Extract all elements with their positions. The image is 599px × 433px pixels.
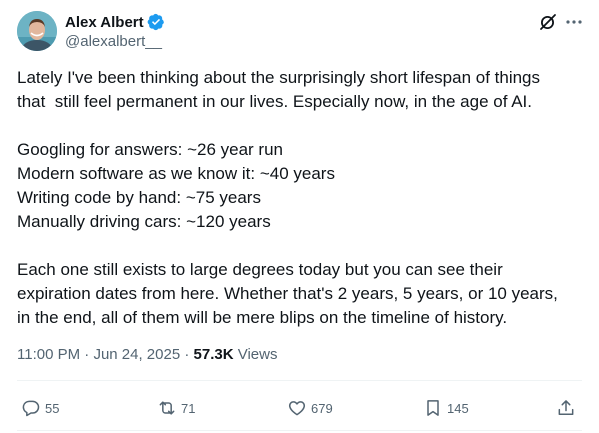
- like-count: 679: [311, 400, 333, 416]
- bookmark-icon: [427, 400, 439, 416]
- tweet-date[interactable]: Jun 24, 2025: [93, 346, 180, 363]
- avatar[interactable]: [17, 11, 57, 51]
- reply-count: 55: [45, 400, 60, 416]
- tweet-text-line: Writing code by hand: ~75 years: [17, 188, 261, 207]
- heart-icon: [288, 401, 306, 416]
- display-name[interactable]: Alex Albert: [65, 14, 144, 31]
- bookmark-button[interactable]: 145: [423, 398, 469, 418]
- tweet-text-line: Googling for answers: ~26 year run: [17, 140, 284, 159]
- meta-separator: ·: [180, 346, 194, 363]
- meta-separator: ·: [80, 346, 94, 363]
- tweet-text-line: Manually driving cars: ~120 years: [17, 212, 271, 231]
- tweet-text-line: Each one still exists to large degrees t…: [17, 260, 503, 279]
- bookmark-count: 145: [447, 400, 469, 416]
- grok-icon[interactable]: [538, 12, 558, 32]
- repost-count: 71: [181, 400, 196, 416]
- repost-icon: [159, 401, 175, 415]
- verified-badge-icon: [147, 13, 165, 31]
- divider: [17, 380, 582, 381]
- reply-button[interactable]: 55: [21, 398, 59, 418]
- repost-button[interactable]: 71: [157, 398, 195, 418]
- author-handle[interactable]: @alexalbert__: [65, 33, 162, 50]
- share-icon: [558, 400, 574, 415]
- tweet-time[interactable]: 11:00 PM: [17, 346, 80, 363]
- more-icon[interactable]: [564, 12, 584, 32]
- author-name-row[interactable]: Alex Albert: [65, 12, 165, 32]
- tweet-text-line: in the end, all of them will be mere bli…: [17, 308, 508, 327]
- tweet-text-line: that still feel permanent in our lives. …: [17, 92, 533, 111]
- reply-icon: [22, 400, 40, 417]
- tweet: Alex Albert @alexalbert__ Lately I've be…: [0, 0, 599, 433]
- tweet-meta: 11:00 PM · Jun 24, 2025 · 57.3K Views: [17, 346, 277, 363]
- views-label: Views: [233, 346, 278, 363]
- tweet-text-line: Lately I've been thinking about the surp…: [17, 68, 541, 87]
- tweet-text-line: expiration dates from here. Whether that…: [17, 284, 558, 303]
- like-button[interactable]: 679: [287, 398, 333, 418]
- tweet-body: Lately I've been thinking about the surp…: [17, 66, 587, 330]
- share-button[interactable]: [556, 398, 576, 418]
- views-count[interactable]: 57.3K: [194, 346, 234, 363]
- divider: [17, 430, 582, 431]
- tweet-text-line: Modern software as we know it: ~40 years: [17, 164, 335, 183]
